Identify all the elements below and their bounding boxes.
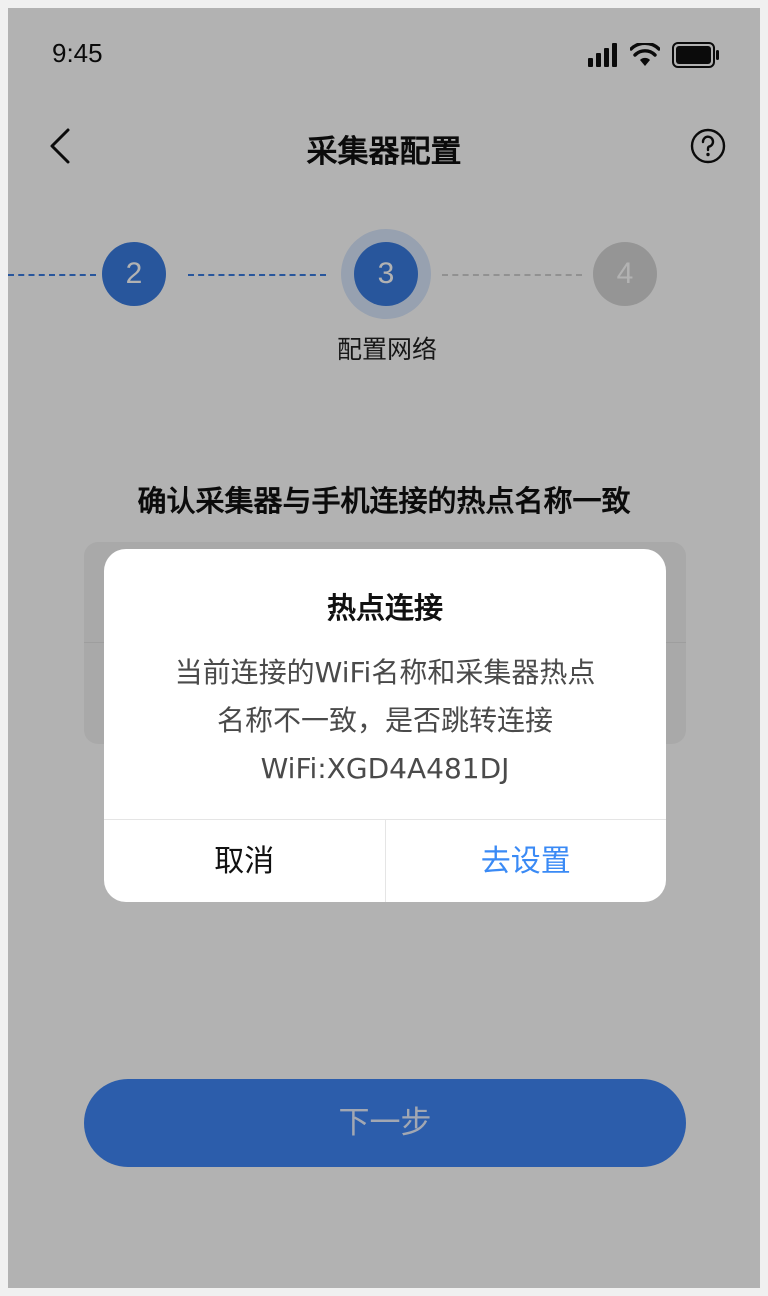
dialog-message-line: 当前连接的WiFi名称和采集器热点 <box>174 656 596 689</box>
dialog-message-line: 名称不一致，是否跳转连接 <box>216 704 553 737</box>
go-settings-button[interactable]: 去设置 <box>386 820 667 902</box>
cancel-button[interactable]: 取消 <box>104 820 386 902</box>
hotspot-dialog: 热点连接 当前连接的WiFi名称和采集器热点 名称不一致，是否跳转连接 WiFi… <box>104 549 666 902</box>
dialog-message-line: WiFi:XGD4A481DJ <box>260 752 510 785</box>
dialog-title: 热点连接 <box>326 591 443 625</box>
dialog-message: 当前连接的WiFi名称和采集器热点 名称不一致，是否跳转连接 WiFi:XGD4… <box>134 649 636 793</box>
dialog-actions: 取消 去设置 <box>104 819 666 902</box>
app-screen: 9:45 采集器配置 2 3 4 配置网络 确认采集器与手机连接的热点名称一致 … <box>8 8 760 1288</box>
